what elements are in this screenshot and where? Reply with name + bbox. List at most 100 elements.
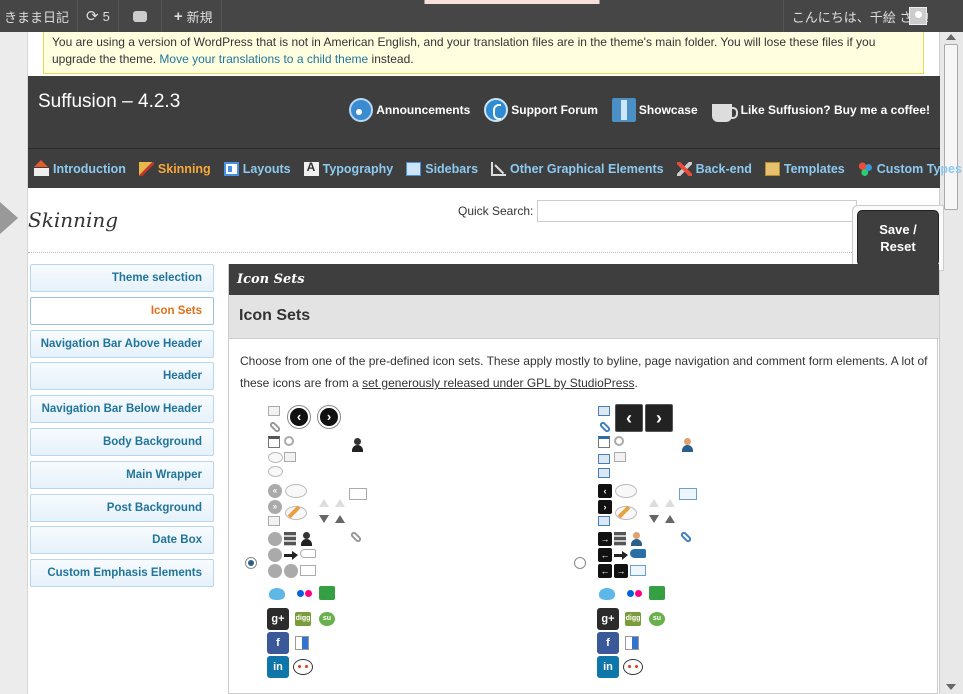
triangle-down-icon (319, 515, 329, 523)
layout-icon (223, 161, 239, 176)
delicious-icon (625, 636, 639, 650)
nav-skinning[interactable]: Skinning (138, 161, 211, 176)
donate-link[interactable]: Like Suffusion? Buy me a coffee! (711, 99, 930, 122)
sidebar-item-post-background[interactable]: Post Background (30, 493, 214, 522)
magnifier-icon (614, 436, 624, 446)
digg-icon: digg (625, 612, 641, 626)
delicious-icon (295, 636, 309, 650)
panel-description: Choose from one of the pre-defined icon … (240, 354, 928, 390)
scroll-down-icon[interactable] (946, 684, 956, 690)
typography-icon (303, 160, 319, 176)
save-reset-button[interactable]: Save / Reset (857, 210, 939, 266)
linkedin-icon: in (267, 656, 289, 678)
calendar-icon (268, 436, 280, 448)
graphics-icon (491, 161, 507, 176)
sidebar-item-icon-sets[interactable]: Icon Sets (30, 296, 214, 325)
sidebar-item-main-wrapper[interactable]: Main Wrapper (30, 460, 214, 489)
vertical-scrollbar[interactable] (939, 32, 963, 694)
updates-count: 5 (102, 8, 110, 24)
triangle-up-icon (319, 499, 329, 507)
arrow-right-box-icon: → (598, 532, 612, 546)
facebook-icon: f (597, 632, 619, 654)
phone-icon (484, 98, 509, 122)
theme-title: Suffusion – 4.2.3 (38, 91, 181, 112)
nav-typography[interactable]: Typography (303, 160, 393, 176)
arrow-right-icon (614, 551, 628, 560)
updates-link[interactable]: ⟳ 5 (78, 0, 119, 32)
sidebar-item-custom-emphasis[interactable]: Custom Emphasis Elements (30, 559, 214, 588)
icon-set-preview-1[interactable]: ‹ › « » g+ digg su f in (267, 404, 387, 689)
comment-icon (285, 484, 307, 498)
play-icon (268, 532, 282, 546)
tag-icon (630, 549, 646, 558)
document-icon (598, 454, 610, 464)
stack-icon (614, 532, 626, 546)
icon-set-preview-2[interactable]: ‹ › ‹ › → ← ← → g+ digg su f in (597, 404, 717, 689)
googleplus-icon: g+ (267, 608, 289, 630)
icon-set-radio-2[interactable] (574, 557, 586, 569)
nav-layouts[interactable]: Layouts (223, 161, 291, 176)
house-icon (34, 159, 49, 176)
link-icon (598, 420, 612, 434)
twitter-icon (599, 588, 615, 600)
studiopress-link[interactable]: set generously released under GPL by Stu… (362, 376, 634, 390)
back-icon (268, 548, 282, 562)
triangle-up-icon (665, 515, 675, 523)
account-menu[interactable]: こんにちは、千絵 さん! (782, 0, 963, 32)
user-icon (300, 532, 312, 546)
sidebar-item-nav-below-header[interactable]: Navigation Bar Below Header (30, 395, 214, 424)
sidebar-icon (406, 161, 422, 176)
sidebar-item-nav-above-header[interactable]: Navigation Bar Above Header (30, 329, 214, 358)
sidebar-item-theme-selection[interactable]: Theme selection (30, 264, 214, 292)
document-icon (614, 452, 626, 462)
googleplus-icon: g+ (597, 608, 619, 630)
arrow-right-box-icon: → (614, 564, 628, 578)
nav-sidebars[interactable]: Sidebars (406, 161, 478, 176)
icon-set-radio-1[interactable] (245, 557, 257, 569)
quick-search-input[interactable] (537, 200, 858, 222)
triangle-up-icon (665, 499, 675, 507)
nav-custom-types[interactable]: Custom Types (857, 161, 962, 176)
document-icon (268, 516, 280, 526)
avatar (909, 7, 927, 25)
nav-other-graphical[interactable]: Other Graphical Elements (491, 161, 664, 176)
support-forum-link[interactable]: Support Forum (484, 98, 598, 122)
nav-templates[interactable]: Templates (764, 161, 845, 176)
nav-back-end[interactable]: Back-end (676, 161, 752, 176)
prev-icon: ‹ (598, 484, 612, 498)
sidebar-item-body-background[interactable]: Body Background (30, 427, 214, 456)
next-square-icon: › (645, 404, 673, 432)
comments-link[interactable] (119, 0, 162, 32)
new-content-link[interactable]: + 新規 (162, 0, 222, 32)
showcase-icon (611, 98, 636, 122)
linkedin-icon: in (597, 656, 619, 678)
scrollbar-thumb[interactable] (944, 44, 958, 210)
flickr-icon (627, 590, 643, 598)
panel-title-bar: Icon Sets (229, 264, 939, 295)
nav-introduction[interactable]: Introduction (34, 159, 126, 176)
digg-icon: digg (295, 612, 311, 626)
triangle-down-icon (649, 515, 659, 523)
site-name-link[interactable]: きまま日記 (0, 0, 79, 32)
quick-search-label: Quick Search: (458, 204, 534, 218)
prev-icon (284, 564, 298, 578)
admin-bar: きまま日記 ⟳ 5 + 新規 こんにちは、千絵 さん! (0, 0, 963, 32)
document-icon (598, 468, 610, 478)
link-icon (268, 420, 282, 434)
rss-icon (349, 98, 374, 122)
reddit-icon (293, 659, 313, 675)
user-icon (351, 438, 363, 452)
scroll-up-icon[interactable] (946, 34, 956, 40)
reddit-icon (623, 659, 643, 675)
showcase-link[interactable]: Showcase (611, 98, 698, 122)
announcements-link[interactable]: Announcements (349, 98, 470, 122)
facebook-icon: f (267, 632, 289, 654)
theme-header: Suffusion – 4.2.3 Announcements Support … (28, 76, 940, 148)
options-nav: Introduction Skinning Layouts Typography… (28, 148, 962, 188)
translation-notice: You are using a version of WordPress tha… (43, 32, 924, 74)
sidebar-item-header[interactable]: Header (30, 362, 214, 391)
comment-icon (615, 484, 637, 498)
child-theme-link[interactable]: Move your translations to a child theme (159, 52, 368, 66)
sidebar-item-date-box[interactable]: Date Box (30, 526, 214, 555)
stumbleupon-icon: su (649, 612, 665, 626)
